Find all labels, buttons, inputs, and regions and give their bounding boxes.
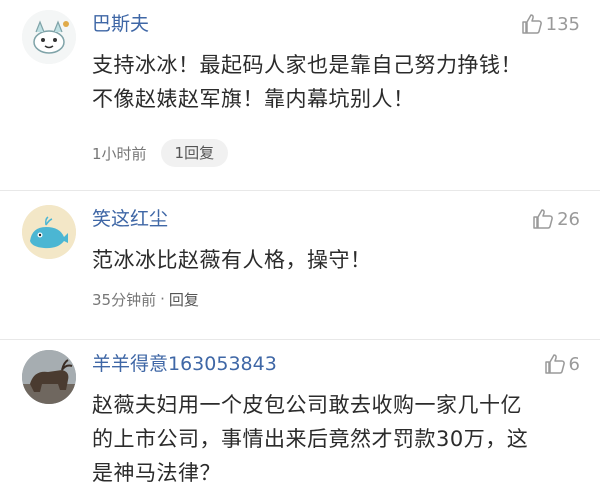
comment-text: 范冰冰比赵薇有人格，操守！ xyxy=(92,243,572,277)
comment-text-line: 不像赵婊赵军旗！靠内幕坑别人！ xyxy=(92,87,415,111)
timestamp: 1小时前 xyxy=(92,144,147,163)
cartoon-whale-avatar-icon xyxy=(22,205,76,259)
thumbs-up-icon xyxy=(521,14,542,34)
cartoon-creature-avatar-icon xyxy=(22,10,76,64)
comment-text-line: 是神马法律？ xyxy=(92,461,221,485)
username[interactable]: 笑这红尘 xyxy=(92,207,168,231)
comment-text-line: 支持冰冰！最起码人家也是靠自己努力挣钱！ xyxy=(92,53,522,77)
like-count: 6 xyxy=(568,353,580,375)
comment-item: 羊羊得意163053843 6 赵薇夫妇用一个皮包公司敢去收购一家几十亿 的上市… xyxy=(0,340,600,501)
like-button[interactable]: 135 xyxy=(521,12,580,36)
comment-list: 巴斯夫 135 支持冰冰！最起码人家也是靠自己努力挣钱！ 不像赵婊赵军旗！靠内幕… xyxy=(0,0,600,501)
reply-button[interactable]: 回复 xyxy=(169,289,199,310)
comment-text-line: 赵薇夫妇用一个皮包公司敢去收购一家几十亿 xyxy=(92,393,522,417)
like-count: 26 xyxy=(557,208,580,230)
avatar[interactable] xyxy=(22,10,76,64)
comment-text-line: 范冰冰比赵薇有人格，操守！ xyxy=(92,248,372,272)
comment-text-line: 的上市公司，事情出来后竟然才罚款30万，这 xyxy=(92,427,529,451)
thumbs-up-icon xyxy=(533,209,553,229)
separator-dot: · xyxy=(160,290,165,308)
comment-item: 笑这红尘 26 范冰冰比赵薇有人格，操守！ 35分钟前 · 回复 xyxy=(0,191,600,339)
comment-item: 巴斯夫 135 支持冰冰！最起码人家也是靠自己努力挣钱！ 不像赵婊赵军旗！靠内幕… xyxy=(0,0,600,190)
like-button[interactable]: 26 xyxy=(532,207,580,231)
thumbs-up-icon xyxy=(544,354,565,374)
photo-bull-avatar-icon xyxy=(22,350,76,404)
avatar[interactable] xyxy=(22,350,76,404)
comment-text: 赵薇夫妇用一个皮包公司敢去收购一家几十亿 的上市公司，事情出来后竟然才罚款30万… xyxy=(92,388,572,490)
like-button[interactable]: 6 xyxy=(544,352,580,376)
timestamp: 35分钟前 xyxy=(92,290,157,309)
comment-meta: 1小时前 1回复 xyxy=(92,139,229,167)
reply-button[interactable]: 1回复 xyxy=(160,139,229,167)
username[interactable]: 巴斯夫 xyxy=(92,12,149,36)
comment-meta: 35分钟前 · 回复 xyxy=(92,285,199,313)
username[interactable]: 羊羊得意163053843 xyxy=(92,352,277,376)
comment-text: 支持冰冰！最起码人家也是靠自己努力挣钱！ 不像赵婊赵军旗！靠内幕坑别人！ xyxy=(92,48,572,116)
like-count: 135 xyxy=(545,13,580,35)
avatar[interactable] xyxy=(22,205,76,259)
